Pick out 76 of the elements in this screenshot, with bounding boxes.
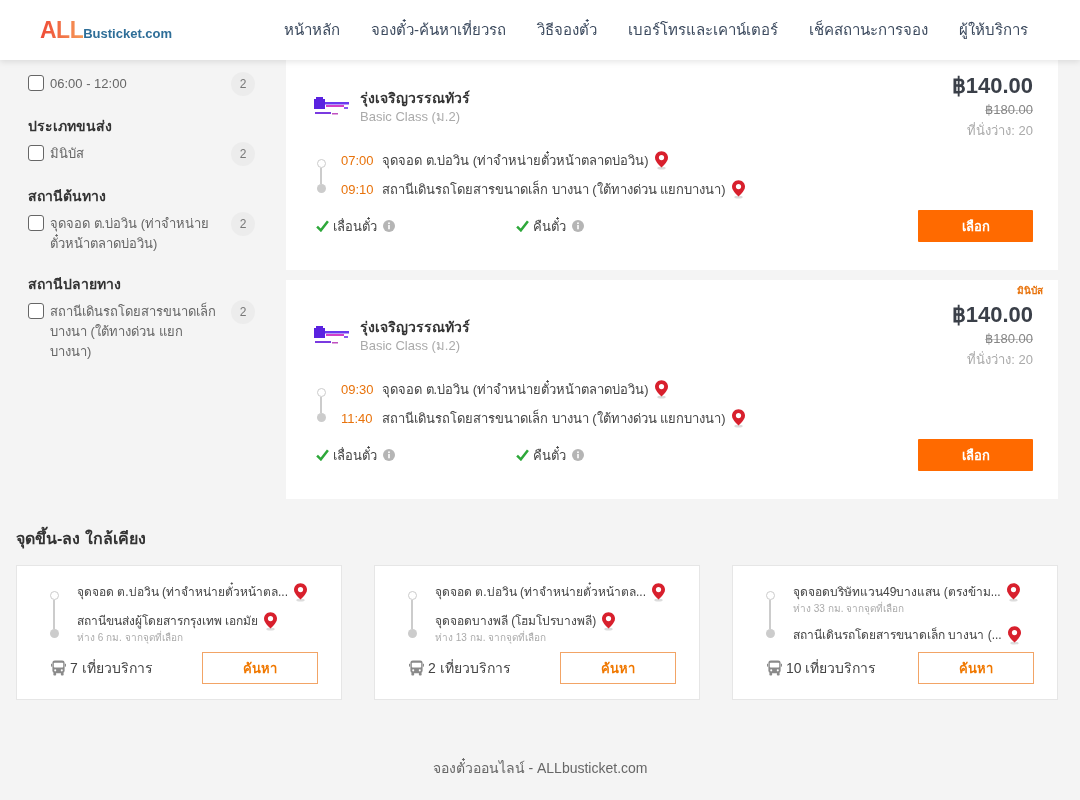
map-pin-icon[interactable]: [652, 582, 665, 602]
nav-link[interactable]: จองตั๋ว-ค้นหาเที่ยวรถ: [371, 18, 506, 42]
trip-count: 10 เที่ยวบริการ: [786, 658, 877, 678]
filter-option-label[interactable]: 06:00 - 12:00: [50, 74, 218, 94]
filter-option-label[interactable]: จุดจอด ต.บ่อวิน (ท่าจำหน่ายตั๋วหน้าตลาดบ่อวิน): [50, 214, 218, 254]
map-pin-icon[interactable]: [602, 611, 616, 631]
distance-note: ห่าง 6 กม. จากจุดที่เลือก: [77, 631, 183, 645]
feature-label: คืนตั๋ว: [533, 216, 566, 236]
stop-name: สถานีขนส่งผู้โดยสารกรุงเทพ เอกมัย: [77, 613, 259, 630]
stop-name: จุดจอด ต.บ่อวิน (ท่าจำหน่ายตั๋วหน้าตลาดบ่อวิน): [382, 150, 649, 171]
filter-option-label[interactable]: สถานีเดินรถโดยสารขนาดเล็ก บางนา (ใต้ทางด่วน แยกบางนา): [50, 302, 218, 362]
seats-available: ที่นั่งว่าง: 20: [967, 121, 1033, 140]
stop-name: จุดจอด ต.บ่อวิน (ท่าจำหน่ายตั๋วหน้าตลาดบ่อวิน): [382, 379, 649, 400]
bus-icon: [51, 660, 66, 676]
distance-note: ห่าง 13 กม. จากจุดที่เลือก: [435, 631, 547, 645]
bus-icon: [409, 660, 424, 676]
bus-type-label: มินิบัส: [1017, 284, 1043, 298]
feature-label: คืนตั๋ว: [533, 445, 566, 465]
operator-name: รุ่งเจริญวรรณทัวร์: [360, 318, 470, 337]
map-pin-icon[interactable]: [264, 611, 278, 631]
map-pin-icon[interactable]: [654, 151, 668, 170]
map-pin-icon[interactable]: [294, 582, 307, 602]
select-button[interactable]: เลือก: [918, 439, 1033, 471]
distance-note: ห่าง 33 กม. จากจุดที่เลือก: [793, 602, 905, 616]
site-logo[interactable]: ALLBusticket.com: [40, 16, 173, 44]
operator-name: รุ่งเจริญวรรณทัวร์: [360, 89, 470, 108]
checkbox[interactable]: [28, 75, 44, 91]
stop-name: สถานีเดินรถโดยสารขนาดเล็ก บางนา (...: [793, 626, 1002, 644]
price: ฿140.00: [951, 73, 1033, 99]
map-pin-icon[interactable]: [1006, 582, 1020, 602]
nav-link[interactable]: เช็คสถานะการจอง: [809, 18, 928, 42]
nav-link[interactable]: หน้าหลัก: [284, 18, 340, 42]
stop-name: จุดจอด ต.บ่อวิน (ท่าจำหน่ายตั๋วหน้าตล...: [435, 582, 646, 602]
bus-class: Basic Class (ม.2): [360, 337, 462, 355]
stop-name: สถานีเดินรถโดยสารขนาดเล็ก บางนา (ใต้ทางด่วน แยกบางนา): [382, 179, 726, 199]
count-badge: 2: [231, 72, 255, 96]
filter-option-label[interactable]: มินิบัส: [50, 144, 218, 164]
map-pin-icon[interactable]: [731, 409, 745, 428]
trip-count: 2 เที่ยวบริการ: [428, 658, 511, 678]
checkbox[interactable]: [28, 303, 44, 319]
feature-label: เลื่อนตั๋ว: [333, 445, 377, 465]
departure-time: 11:40: [341, 411, 374, 426]
count-badge: 2: [231, 300, 255, 324]
price: ฿140.00: [951, 302, 1033, 328]
bus-icon: [767, 660, 782, 676]
stop-name: สถานีเดินรถโดยสารขนาดเล็ก บางนา (ใต้ทางด่วน แยกบางนา): [382, 408, 726, 428]
filter-heading: ประเภทขนส่ง: [28, 117, 112, 136]
nav-link[interactable]: วิธีจองตั๋ว: [537, 18, 597, 42]
search-button[interactable]: ค้นหา: [560, 652, 676, 684]
nav-link[interactable]: ผู้ให้บริการ: [959, 18, 1028, 42]
search-button[interactable]: ค้นหา: [918, 652, 1034, 684]
map-pin-icon[interactable]: [654, 380, 668, 399]
search-button[interactable]: ค้นหา: [202, 652, 318, 684]
map-pin-icon[interactable]: [1007, 625, 1021, 645]
checkbox[interactable]: [28, 145, 44, 161]
footer-text: จองตั๋วออนไลน์ - ALLbusticket.com: [432, 758, 648, 778]
company-logo-icon: [314, 97, 350, 117]
trip-count: 7 เที่ยวบริการ: [70, 658, 153, 678]
seats-available: ที่นั่งว่าง: 20: [967, 350, 1033, 369]
bus-class: Basic Class (ม.2): [360, 108, 462, 126]
company-logo-icon: [314, 326, 350, 346]
count-badge: 2: [231, 142, 255, 166]
filter-heading: สถานีปลายทาง: [28, 275, 121, 294]
departure-time: 09:30: [341, 382, 375, 397]
nav-link[interactable]: เบอร์โทรและเคาน์เตอร์: [628, 18, 778, 42]
count-badge: 2: [231, 212, 255, 236]
stop-name: จุดจอดบางพลี (โฮมโปรบางพลี): [435, 613, 597, 630]
checkbox[interactable]: [28, 215, 44, 231]
stop-name: จุดจอด ต.บ่อวิน (ท่าจำหน่ายตั๋วหน้าตล...: [77, 582, 288, 602]
map-pin-icon[interactable]: [731, 180, 745, 199]
stop-name: จุดจอดบริษัทแวน49บางแสน (ตรงข้าม...: [793, 584, 1001, 601]
departure-time: 09:10: [341, 182, 375, 197]
select-button[interactable]: เลือก: [918, 210, 1033, 242]
departure-time: 07:00: [341, 153, 375, 168]
feature-label: เลื่อนตั๋ว: [333, 216, 377, 236]
filter-heading: สถานีต้นทาง: [28, 187, 106, 206]
